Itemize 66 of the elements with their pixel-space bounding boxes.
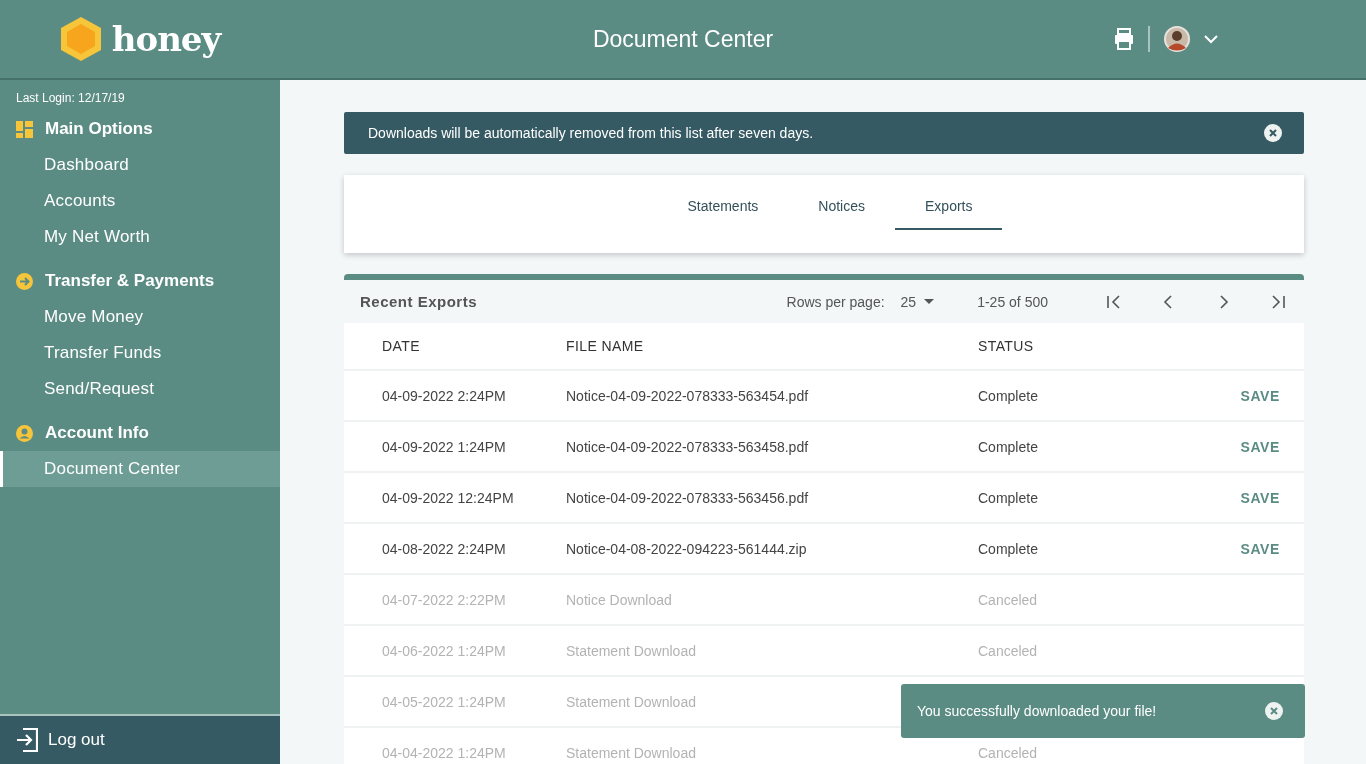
logo-text: honey xyxy=(111,19,221,59)
date-cell-text: 04-07-2022 2:22PM xyxy=(382,591,507,608)
file-name-cell-text: Statement Download xyxy=(566,693,697,710)
rows-per-page-select[interactable]: 25 xyxy=(900,293,935,310)
rows-per-page-label: Rows per page: xyxy=(786,293,885,310)
column-header: STATUS xyxy=(978,338,1035,354)
logout-button[interactable]: Log out xyxy=(0,714,280,764)
status-cell-text: Canceled xyxy=(978,591,1039,608)
tab[interactable]: Exports xyxy=(895,198,1003,230)
last-page-icon[interactable] xyxy=(1271,294,1286,309)
status-cell-text: Canceled xyxy=(978,744,1039,761)
arrow-circle-icon xyxy=(16,272,33,290)
date-cell-text: 04-08-2022 2:24PM xyxy=(382,540,507,557)
status-cell-text: Complete xyxy=(978,438,1039,455)
file-name-cell-text: Statement Download xyxy=(566,642,697,659)
caret-icon xyxy=(924,299,935,304)
date-cell-text: 04-09-2022 1:24PM xyxy=(382,438,507,455)
save-link[interactable]: SAVE xyxy=(1224,437,1304,456)
toast-message: You successfully downloaded your file! xyxy=(917,703,1157,719)
file-name-cell-text: Notice-04-09-2022-078333-563458.pdf xyxy=(566,438,810,455)
status-cell-text: Canceled xyxy=(978,642,1039,659)
person-circle-icon xyxy=(16,424,33,442)
page-range: 1-25 of 500 xyxy=(977,293,1048,310)
banner-text: Downloads will be automatically removed from this list after seven days. xyxy=(368,125,814,141)
save-link[interactable]: SAVE xyxy=(1224,386,1304,405)
close-icon[interactable] xyxy=(1265,702,1283,720)
column-header: DATE xyxy=(382,338,421,354)
column-header: FILE NAME xyxy=(566,338,645,354)
nav-item[interactable]: Transfer Funds xyxy=(0,335,280,371)
file-name-cell-text: Notice-04-08-2022-094223-561444.zip xyxy=(566,540,808,557)
grid-icon xyxy=(16,120,33,138)
file-name-cell-text: Notice-04-09-2022-078333-563454.pdf xyxy=(566,387,810,404)
nav-item[interactable]: Move Money xyxy=(0,299,280,335)
section-heading: Account Info xyxy=(45,423,149,443)
first-page-icon[interactable] xyxy=(1106,294,1121,309)
print-icon[interactable] xyxy=(1114,28,1134,50)
section-heading: Transfer & Payments xyxy=(45,271,215,291)
nav-item[interactable]: Document Center xyxy=(0,451,280,487)
close-icon[interactable] xyxy=(1264,124,1282,142)
tab[interactable]: Statements xyxy=(657,198,789,230)
avatar[interactable] xyxy=(1164,26,1190,52)
nav-item[interactable]: Send/Request xyxy=(0,371,280,407)
file-name-cell-text: Notice Download xyxy=(566,591,673,608)
tab[interactable]: Notices xyxy=(788,198,895,230)
status-cell-text: Complete xyxy=(978,489,1039,506)
chevron-down-icon[interactable] xyxy=(1204,34,1218,44)
save-link[interactable]: SAVE xyxy=(1224,539,1304,558)
logout-icon xyxy=(16,728,38,752)
page-title: Document Center xyxy=(591,25,775,53)
file-name-cell-text: Statement Download xyxy=(566,744,697,761)
file-name-cell-text: Notice-04-09-2022-078333-563456.pdf xyxy=(566,489,810,506)
status-cell-text: Complete xyxy=(978,540,1039,557)
save-link[interactable]: SAVE xyxy=(1224,488,1304,507)
date-cell-text: 04-09-2022 12:24PM xyxy=(382,489,515,506)
date-cell-text: 04-04-2022 1:24PM xyxy=(382,744,507,761)
table-title: Recent Exports xyxy=(360,293,479,310)
nav-item[interactable]: My Net Worth xyxy=(0,219,280,255)
date-cell-text: 04-05-2022 1:24PM xyxy=(382,693,507,710)
section-heading: Main Options xyxy=(45,119,153,139)
date-cell-text: 04-09-2022 2:24PM xyxy=(382,387,507,404)
nav-item[interactable]: Dashboard xyxy=(0,147,280,183)
status-cell-text: Complete xyxy=(978,387,1039,404)
hexagon-logo-icon xyxy=(59,16,102,62)
last-login-text: Last Login: 12/17/19 xyxy=(15,90,126,107)
nav-item[interactable]: Accounts xyxy=(0,183,280,219)
date-cell-text: 04-06-2022 1:24PM xyxy=(382,642,507,659)
